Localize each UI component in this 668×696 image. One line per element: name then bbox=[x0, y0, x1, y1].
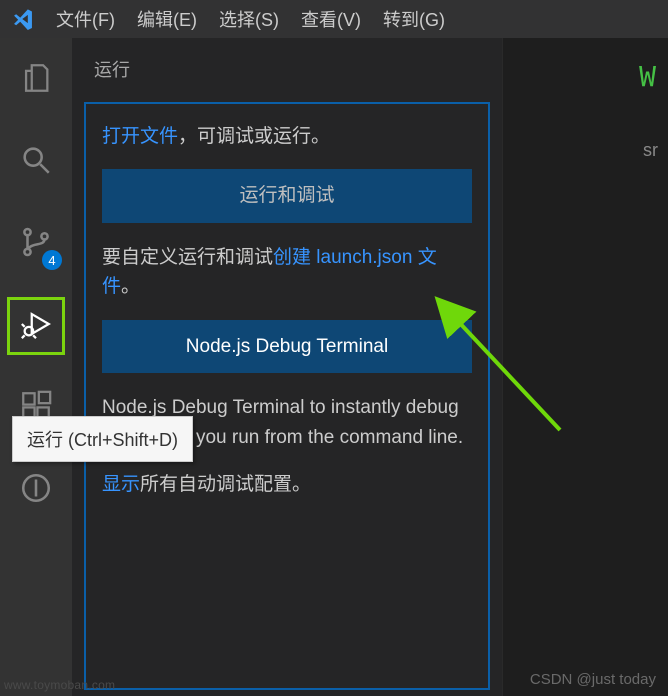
open-file-link[interactable]: 打开文件 bbox=[102, 126, 178, 147]
menu-view[interactable]: 查看(V) bbox=[301, 6, 361, 32]
customize-line: 要自定义运行和调试创建 launch.json 文件。 bbox=[102, 243, 472, 302]
editor-area: W sr bbox=[502, 38, 668, 696]
show-configs-line: 显示所有自动调试配置。 bbox=[102, 470, 472, 499]
activity-run-debug[interactable] bbox=[12, 302, 60, 350]
activity-extra[interactable] bbox=[12, 466, 60, 514]
scm-badge: 4 bbox=[42, 250, 62, 270]
watermark-left: www.toymoban.com bbox=[4, 678, 115, 692]
right-partial-text: sr bbox=[643, 140, 658, 161]
files-icon bbox=[19, 61, 53, 100]
run-and-debug-button[interactable]: 运行和调试 bbox=[102, 169, 472, 222]
activitybar: 4 bbox=[0, 38, 72, 696]
activity-explorer[interactable] bbox=[12, 56, 60, 104]
run-sidebar: 运行 打开文件，可调试或运行。 运行和调试 要自定义运行和调试创建 launch… bbox=[72, 38, 502, 696]
watermark: CSDN @just today bbox=[530, 671, 656, 688]
customize-lead: 要自定义运行和调试 bbox=[102, 247, 273, 268]
open-file-trail: ，可调试或运行。 bbox=[178, 126, 330, 147]
open-file-line: 打开文件，可调试或运行。 bbox=[102, 122, 472, 151]
right-accent-glyph: W bbox=[639, 60, 656, 93]
circle-pipe-icon bbox=[19, 471, 53, 510]
show-configs-tail: 所有自动调试配置。 bbox=[140, 474, 311, 495]
vscode-logo-icon bbox=[12, 8, 34, 30]
show-configs-link[interactable]: 显示 bbox=[102, 474, 140, 495]
menubar: 文件(F) 编辑(E) 选择(S) 查看(V) 转到(G) bbox=[0, 0, 668, 38]
activity-source-control[interactable]: 4 bbox=[12, 220, 60, 268]
search-icon bbox=[19, 143, 53, 182]
node-debug-terminal-button[interactable]: Node.js Debug Terminal bbox=[102, 320, 472, 373]
run-start-view: 打开文件，可调试或运行。 运行和调试 要自定义运行和调试创建 launch.js… bbox=[84, 102, 490, 690]
menu-go[interactable]: 转到(G) bbox=[383, 6, 445, 32]
menu-edit[interactable]: 编辑(E) bbox=[137, 6, 197, 32]
menu-select[interactable]: 选择(S) bbox=[219, 6, 279, 32]
run-debug-icon bbox=[19, 307, 53, 346]
customize-tail: 。 bbox=[121, 276, 140, 297]
sidebar-title: 运行 bbox=[72, 38, 502, 96]
activity-run-tooltip: 运行 (Ctrl+Shift+D) bbox=[12, 416, 193, 462]
menu-file[interactable]: 文件(F) bbox=[56, 6, 115, 32]
activity-search[interactable] bbox=[12, 138, 60, 186]
